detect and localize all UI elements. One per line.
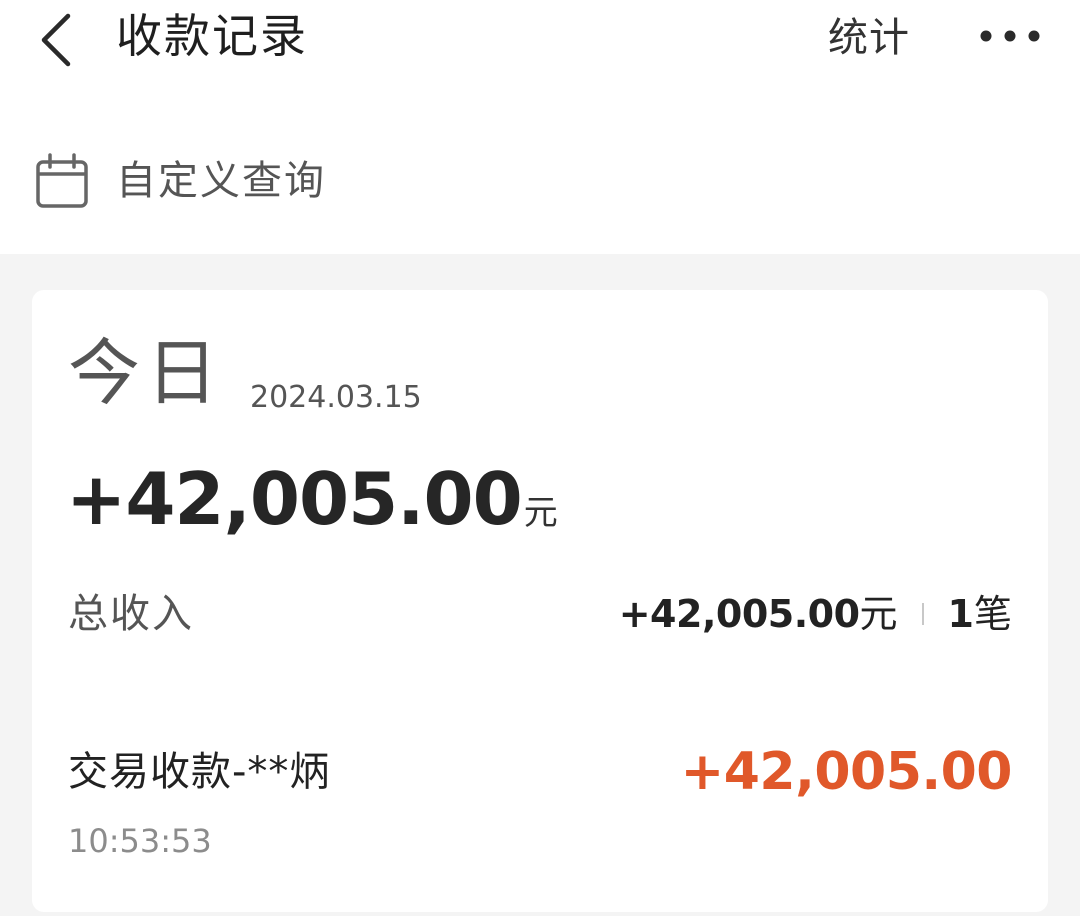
- income-unit: 元: [859, 592, 898, 636]
- total-amount: +42,005.00元: [66, 456, 558, 542]
- income-summary: +42,005.00 元 1 笔: [619, 588, 1012, 640]
- transaction-time: 10:53:53: [68, 822, 212, 860]
- more-button[interactable]: [970, 14, 1050, 58]
- back-button[interactable]: [28, 6, 88, 70]
- income-label: 总收入: [68, 591, 194, 637]
- day-label: 今日: [68, 331, 225, 415]
- custom-query-label: 自定义查询: [116, 158, 326, 204]
- day-date: 2024.03.15: [250, 380, 422, 415]
- calendar-icon: [34, 152, 90, 210]
- transaction-name: 交易收款-**炳: [68, 749, 331, 795]
- page-title: 收款记录: [116, 9, 308, 63]
- divider: [921, 603, 924, 625]
- top-section: 收款记录 统计 自定义查询: [0, 0, 1080, 254]
- stats-button[interactable]: 统计: [828, 12, 910, 64]
- transaction-amount: +42,005.00: [680, 742, 1013, 802]
- income-amount: +42,005.00: [618, 592, 860, 636]
- custom-query-button[interactable]: 自定义查询: [28, 146, 388, 216]
- transaction-row[interactable]: 交易收款-**炳 10:53:53 +42,005.00: [32, 732, 1048, 892]
- day-summary-card: 今日 2024.03.15 +42,005.00元 总收入 +42,005.00…: [32, 290, 1048, 912]
- transaction-count: 1: [947, 592, 974, 636]
- total-amount-value: +42,005.00: [66, 457, 523, 541]
- transaction-count-unit: 笔: [973, 592, 1012, 636]
- chevron-left-icon: [28, 6, 88, 70]
- total-amount-unit: 元: [523, 493, 558, 533]
- more-horizontal-icon: [970, 14, 1050, 58]
